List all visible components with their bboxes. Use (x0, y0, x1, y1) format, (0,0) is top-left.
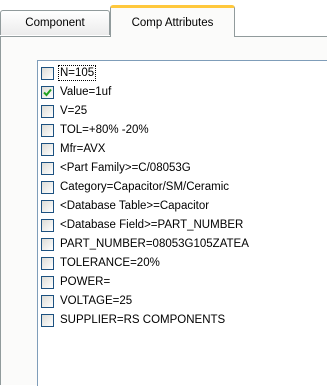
checkbox-unchecked[interactable] (41, 313, 54, 327)
checkbox-unchecked[interactable] (41, 218, 54, 232)
checkbox-unchecked[interactable] (41, 180, 54, 194)
attribute-label: <Part Family>=C/08053G (60, 162, 191, 174)
checkbox-unchecked[interactable] (41, 237, 54, 251)
checkbox-unchecked[interactable] (41, 256, 54, 270)
attribute-label: SUPPLIER=RS COMPONENTS (60, 314, 226, 326)
attribute-item[interactable]: VOLTAGE=25 (41, 292, 326, 310)
attribute-label: VOLTAGE=25 (60, 295, 133, 307)
attribute-label: Mfr=AVX (60, 143, 106, 155)
attribute-label: TOL=+80% -20% (60, 124, 149, 136)
attribute-label: PART_NUMBER=08053G105ZATEA (60, 238, 249, 250)
attributes-checklist[interactable]: N=105 Value=1uf V=25 TOL=+80% -20% Mfr=AVX <P… (37, 60, 327, 386)
attribute-label: Value=1uf (60, 86, 112, 98)
attribute-item[interactable]: Category=Capacitor/SM/Ceramic (41, 178, 326, 196)
attribute-label: N=105 (57, 65, 97, 81)
attribute-label: Category=Capacitor/SM/Ceramic (60, 181, 230, 193)
tab-comp-attributes[interactable]: Comp Attributes (110, 5, 235, 37)
attribute-item[interactable]: PART_NUMBER=08053G105ZATEA (41, 235, 326, 253)
checkbox-unchecked[interactable] (41, 294, 54, 308)
attribute-label: TOLERANCE=20% (60, 257, 160, 269)
checkbox-unchecked[interactable] (41, 161, 54, 175)
checkmark-icon (43, 88, 52, 96)
checkbox-unchecked[interactable] (41, 199, 54, 213)
attribute-label: POWER= (60, 276, 111, 288)
checkbox-unchecked[interactable] (41, 123, 54, 137)
attribute-item[interactable]: <Database Field>=PART_NUMBER (41, 216, 326, 234)
attribute-item[interactable]: <Part Family>=C/08053G (41, 159, 326, 177)
attribute-item[interactable]: V=25 (41, 102, 326, 120)
checkbox-unchecked[interactable] (41, 275, 54, 289)
tab-panel: N=105 Value=1uf V=25 TOL=+80% -20% Mfr=AVX <P… (0, 36, 327, 386)
attribute-item[interactable]: SUPPLIER=RS COMPONENTS (41, 311, 326, 329)
attribute-item[interactable]: TOLERANCE=20% (41, 254, 326, 272)
checkbox-checked[interactable] (41, 85, 54, 99)
attribute-label: V=25 (60, 105, 88, 117)
checkbox-unchecked[interactable] (41, 142, 54, 156)
attribute-item[interactable]: Value=1uf (41, 83, 326, 101)
attribute-item[interactable]: <Database Table>=Capacitor (41, 197, 326, 215)
attribute-label: <Database Field>=PART_NUMBER (60, 219, 244, 231)
attribute-label: <Database Table>=Capacitor (60, 200, 210, 212)
checkbox-unchecked[interactable] (41, 104, 54, 118)
attribute-item[interactable]: POWER= (41, 273, 326, 291)
attribute-item[interactable]: N=105 (41, 64, 326, 82)
checkbox-unchecked[interactable] (41, 66, 54, 80)
tab-component[interactable]: Component (0, 10, 110, 35)
attribute-item[interactable]: TOL=+80% -20% (41, 121, 326, 139)
tab-strip: Component Comp Attributes (0, 0, 327, 37)
attribute-item[interactable]: Mfr=AVX (41, 140, 326, 158)
